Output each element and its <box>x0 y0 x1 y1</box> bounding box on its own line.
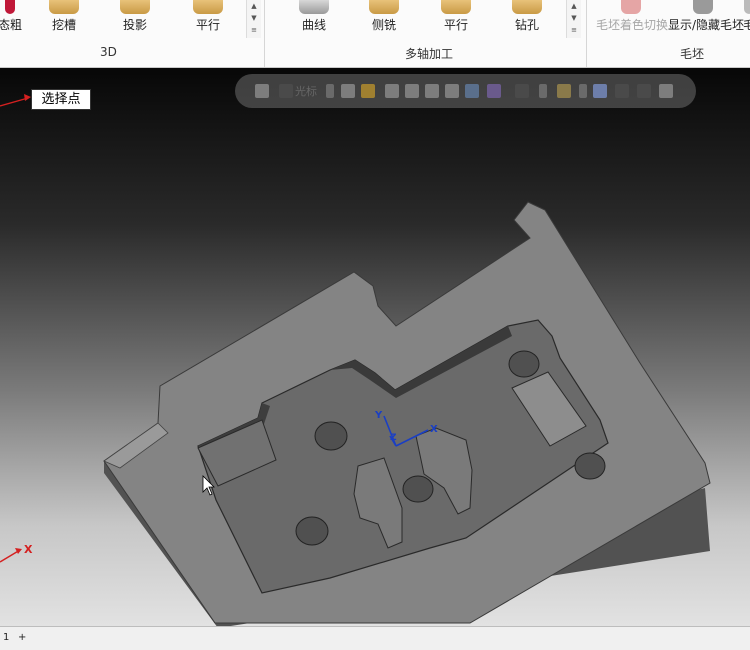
ribbon-group-stock: 毛坯着色切换 显示/隐藏毛坯 毛 毛坯 <box>586 0 750 67</box>
parallel-label: 平行 <box>195 18 220 32</box>
drill-button[interactable]: 钻孔 <box>507 0 547 38</box>
pocket-label: 挖槽 <box>51 18 76 32</box>
project-button[interactable]: 投影 <box>115 0 155 38</box>
rough-label: 态粗 <box>0 18 22 32</box>
stock-shading-icon <box>621 0 641 14</box>
group-title-3d: 3D <box>100 45 117 59</box>
chevron-up-icon[interactable]: ▲ <box>247 0 261 12</box>
hole-2 <box>508 350 540 378</box>
stock-shading-label: 毛坯着色切换 <box>596 18 669 32</box>
swarf-button[interactable]: 侧铣 <box>364 0 404 38</box>
drill-label: 钻孔 <box>514 18 539 32</box>
show-hide-stock-label: 显示/隐藏毛坯 <box>668 18 745 32</box>
curve-icon <box>299 0 329 14</box>
stock-shading-button[interactable]: 毛坯着色切换 <box>596 0 669 38</box>
hole-1 <box>314 421 348 451</box>
part-model: X Y X Z <box>0 94 711 626</box>
expand-icon[interactable]: ≡ <box>567 24 581 36</box>
swarf-label: 侧铣 <box>371 18 396 32</box>
curve-label: 曲线 <box>301 18 326 32</box>
graphics-viewport[interactable]: 光标 选择点 X Y X Z <box>0 68 750 626</box>
expand-icon[interactable]: ≡ <box>247 24 261 36</box>
ribbon-group-multiaxis: 曲线 侧铣 平行 钻孔 ▲ ▼ ≡ 多轴加工 <box>264 0 587 67</box>
parallel-icon <box>193 0 223 14</box>
gallery-scroller-multiaxis[interactable]: ▲ ▼ ≡ <box>566 0 581 38</box>
group-title-stock: 毛坯 <box>680 47 705 61</box>
project-label: 投影 <box>122 18 147 32</box>
add-sheet-button[interactable]: + <box>18 632 26 643</box>
ribbon-group-3d: 态粗 挖槽 投影 平行 ▲ ▼ ≡ 3D <box>0 0 265 67</box>
world-axis-x-label: X <box>24 543 33 556</box>
status-bar: 1 + <box>0 626 750 650</box>
chevron-down-icon[interactable]: ▼ <box>567 12 581 24</box>
hole-3 <box>574 452 606 480</box>
stock-more-icon <box>744 0 750 14</box>
sheet-tab-1[interactable]: 1 <box>3 632 9 643</box>
pocket-button[interactable]: 挖槽 <box>44 0 84 38</box>
chevron-down-icon[interactable]: ▼ <box>247 12 261 24</box>
drill-icon <box>512 0 542 14</box>
show-hide-stock-icon <box>693 0 713 14</box>
gnomon-y-label: Y <box>374 410 383 421</box>
world-axis-top <box>0 97 29 107</box>
ribbon: 态粗 挖槽 投影 平行 ▲ ▼ ≡ 3D 曲线 侧铣 平行 钻孔 ▲ ▼ ≡ 多… <box>0 0 750 68</box>
hole-4 <box>295 516 329 546</box>
multiaxis-parallel-button[interactable]: 平行 <box>436 0 476 38</box>
project-icon <box>120 0 150 14</box>
swarf-icon <box>369 0 399 14</box>
world-axis-top-arrow <box>24 94 31 101</box>
pocket-icon <box>49 0 79 14</box>
stock-more-button[interactable]: 毛 <box>742 0 750 38</box>
stock-more-label: 毛 <box>742 18 750 32</box>
gallery-scroller-3d[interactable]: ▲ ▼ ≡ <box>246 0 261 38</box>
multiaxis-parallel-icon <box>441 0 471 14</box>
curve-button[interactable]: 曲线 <box>294 0 334 38</box>
show-hide-stock-button[interactable]: 显示/隐藏毛坯 <box>668 0 745 38</box>
parallel-button[interactable]: 平行 <box>188 0 228 38</box>
group-title-multiaxis: 多轴加工 <box>405 47 454 61</box>
rough-button[interactable]: 态粗 <box>0 0 26 38</box>
gnomon-x-label: X <box>430 424 438 435</box>
chevron-up-icon[interactable]: ▲ <box>567 0 581 12</box>
multiaxis-parallel-label: 平行 <box>443 18 468 32</box>
rough-icon <box>5 0 15 14</box>
hole-5 <box>402 475 434 503</box>
gnomon-z-label: Z <box>390 433 397 443</box>
